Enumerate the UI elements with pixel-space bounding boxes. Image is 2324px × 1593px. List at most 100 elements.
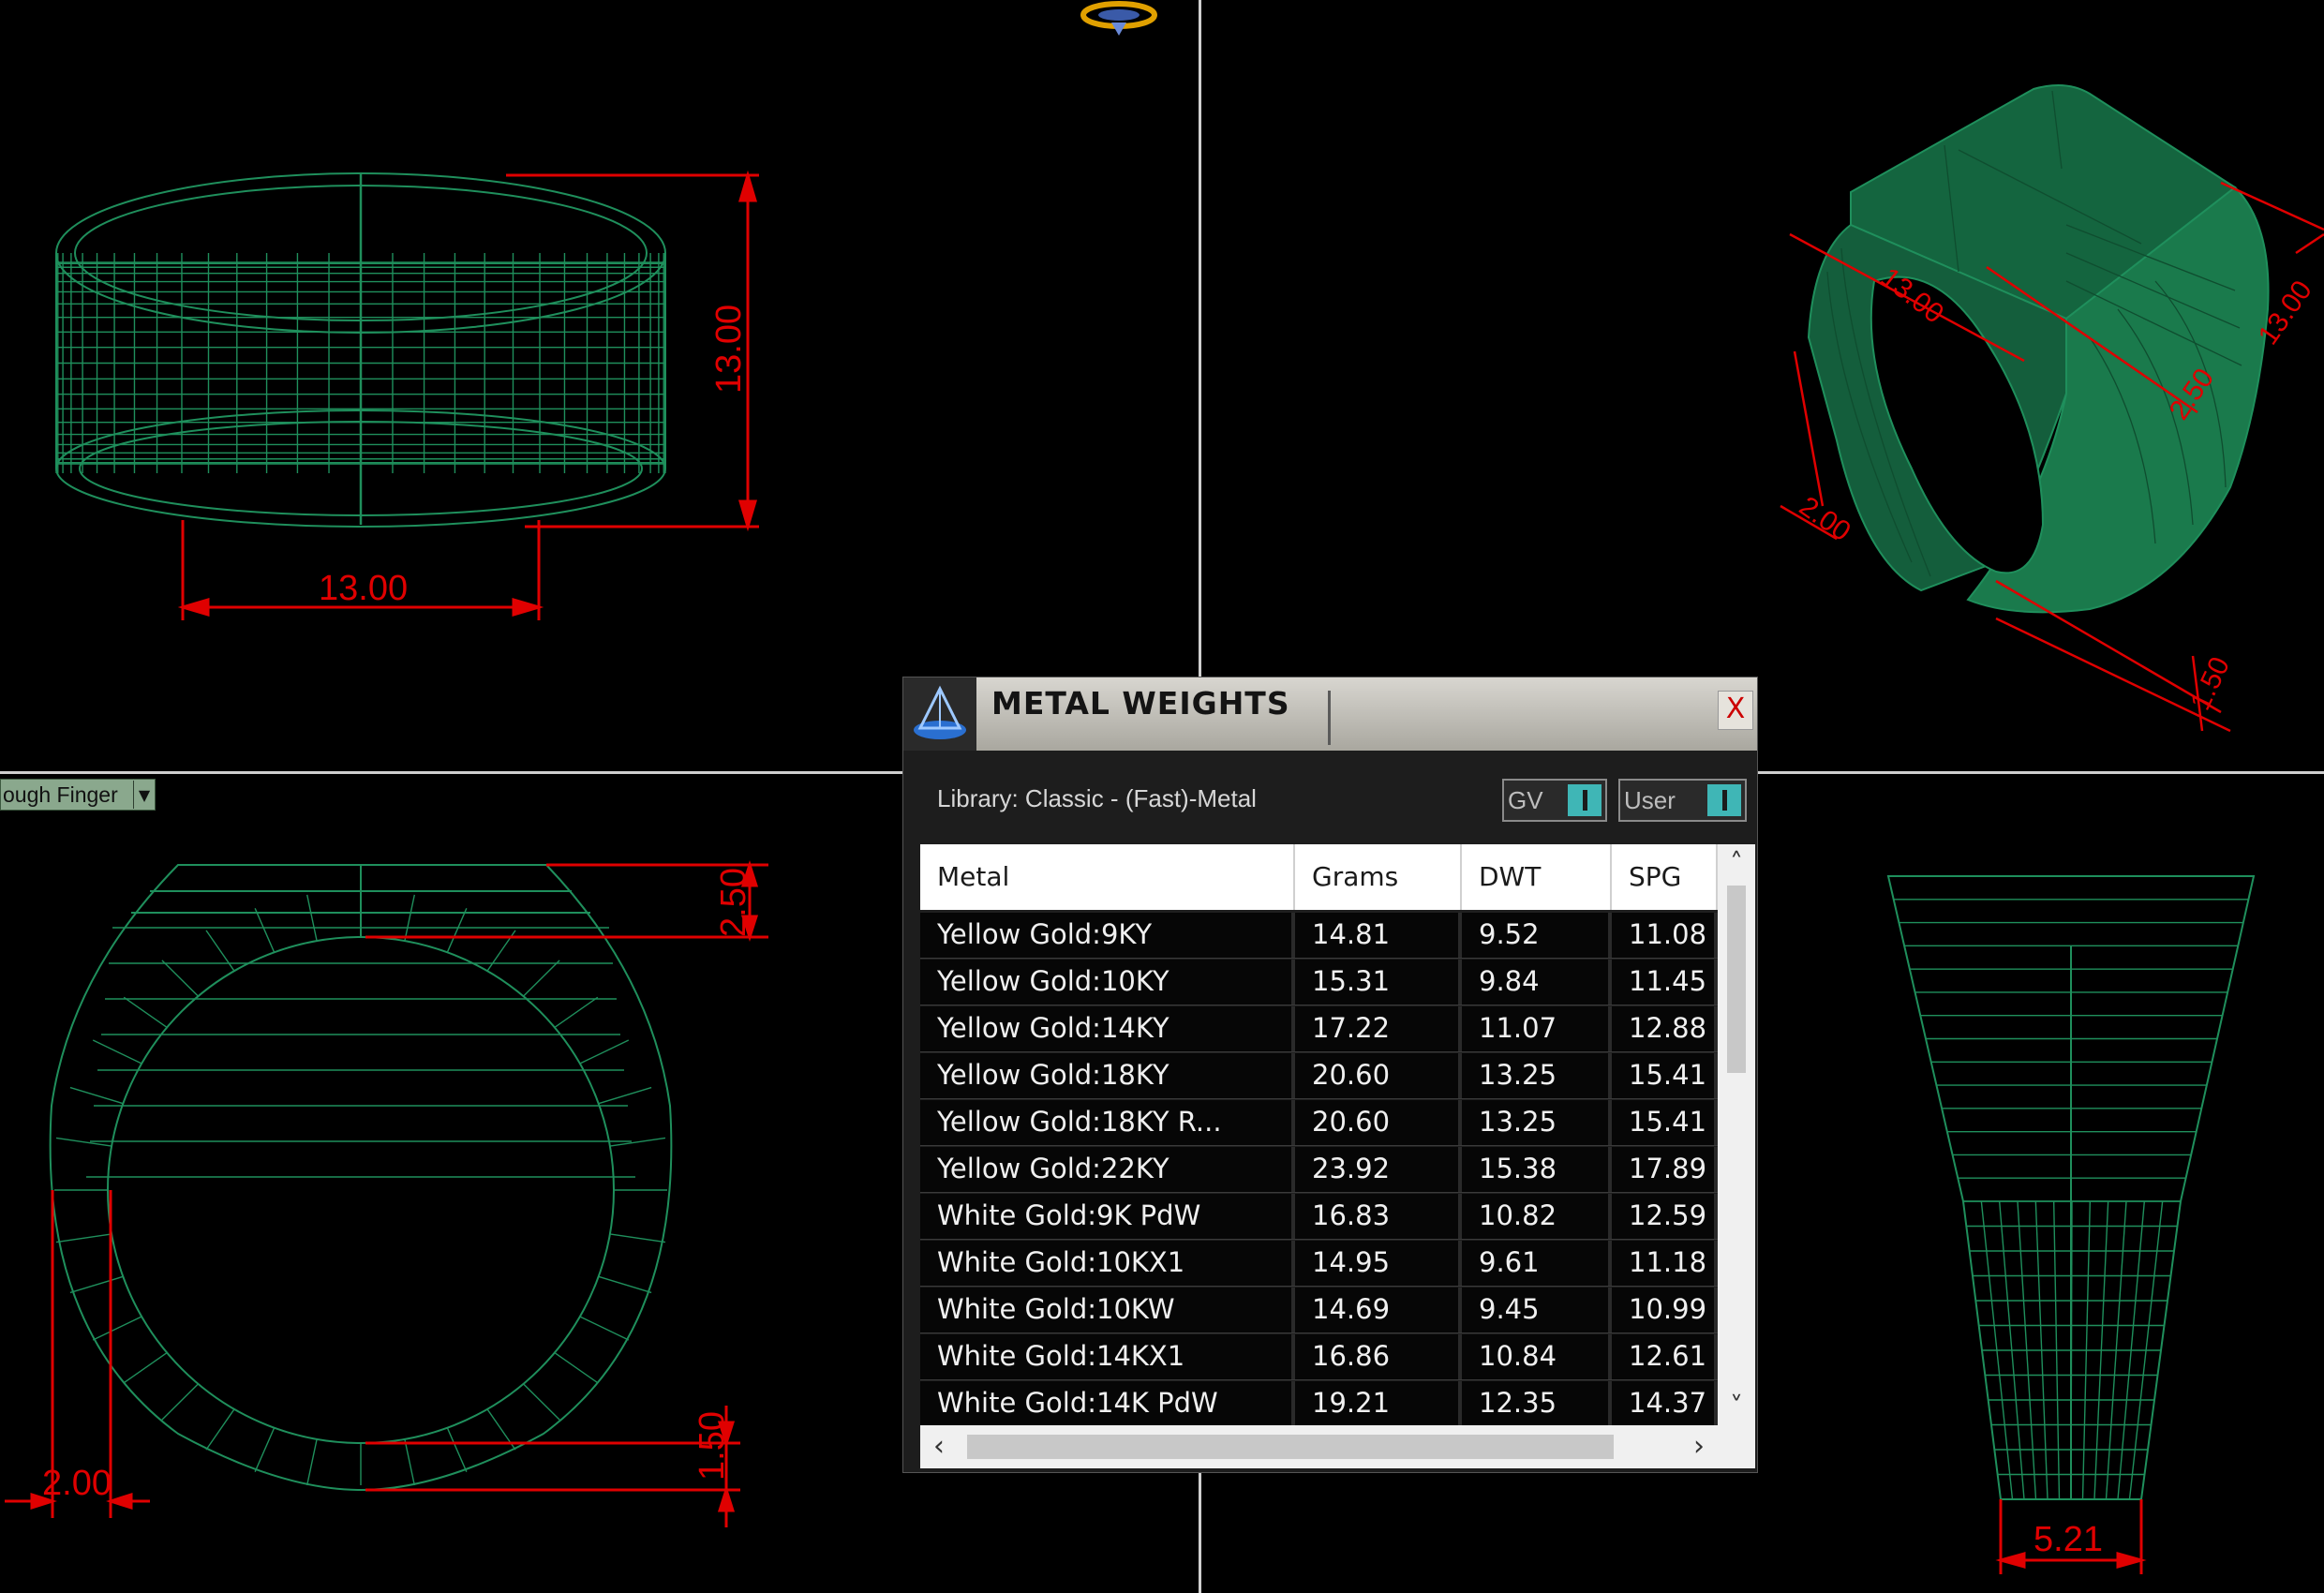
wire-line <box>306 1438 318 1486</box>
user-toggle-label: User <box>1624 785 1676 814</box>
metal-cell: Yellow Gold:10KY <box>920 960 1295 1005</box>
chevron-right-icon[interactable]: › <box>1680 1425 1718 1468</box>
metal-cell: Yellow Gold:18KY R... <box>920 1100 1295 1145</box>
wire-line <box>254 908 276 953</box>
wire-line <box>523 960 560 997</box>
column-header-spg[interactable]: SPG <box>1612 844 1718 910</box>
wire-line <box>554 996 599 1029</box>
table-row[interactable]: Yellow Gold:14KY 17.22 11.07 12.88 <box>920 1005 1718 1052</box>
spg-cell: 11.18 <box>1612 1241 1718 1286</box>
grams-cell: 14.81 <box>1295 913 1462 958</box>
library-label: Library: Classic - (Fast)-Metal <box>937 784 1257 812</box>
table-row[interactable]: White Gold:10KX1 14.95 9.61 11.18 <box>920 1240 1718 1287</box>
table-row[interactable]: Yellow Gold:22KY 23.92 15.38 17.89 <box>920 1146 1718 1193</box>
front-width-label: 13.00 <box>319 569 408 608</box>
panel-header[interactable]: METAL WEIGHTS X <box>903 677 1757 751</box>
metal-weights-table: Metal Grams DWT SPG Yellow Gold:9KY 14.81… <box>920 844 1718 1425</box>
profile-view <box>1886 875 2256 1500</box>
dwt-cell: 15.38 <box>1462 1147 1612 1192</box>
spg-cell: 12.61 <box>1612 1334 1718 1379</box>
horizontal-scrollbar[interactable]: ‹ › <box>920 1425 1755 1468</box>
viewport-mode-dropdown[interactable]: ough Finger ▼ <box>0 779 156 811</box>
table-row[interactable]: White Gold:14K PdW 19.21 12.35 14.37 <box>920 1380 1718 1425</box>
user-toggle[interactable]: User <box>1618 779 1747 822</box>
profile-width-label: 5.21 <box>2034 1520 2103 1559</box>
wire-line <box>55 1137 112 1147</box>
column-header-grams[interactable]: Grams <box>1295 844 1462 910</box>
toggle-switch-icon[interactable] <box>1707 784 1741 816</box>
wire-line <box>579 1316 630 1341</box>
column-header-dwt[interactable]: DWT <box>1462 844 1612 910</box>
grams-cell: 14.69 <box>1295 1288 1462 1332</box>
scroll-thumb[interactable] <box>967 1435 1614 1459</box>
wire-line <box>69 1275 124 1294</box>
wire-line <box>306 894 318 942</box>
gv-toggle[interactable]: GV <box>1502 779 1607 822</box>
front-view <box>55 172 666 528</box>
table-row[interactable]: White Gold:10KW 14.69 9.45 10.99 <box>920 1287 1718 1333</box>
side-view <box>49 864 673 1492</box>
wire-line <box>579 1039 630 1064</box>
dwt-cell: 10.84 <box>1462 1334 1612 1379</box>
metal-cell: Yellow Gold:14KY <box>920 1006 1295 1051</box>
table-row[interactable]: Yellow Gold:18KY 20.60 13.25 15.41 <box>920 1052 1718 1099</box>
side-dimensions <box>5 860 768 1527</box>
metal-cell: White Gold:10KX1 <box>920 1241 1295 1286</box>
metal-cell: White Gold:9K PdW <box>920 1194 1295 1239</box>
wire-line <box>404 1438 415 1486</box>
grams-cell: 16.86 <box>1295 1334 1462 1379</box>
front-height-label: 13.00 <box>709 305 749 394</box>
chevron-down-icon[interactable]: ˅ <box>1718 1388 1755 1425</box>
wire-line <box>446 1427 468 1472</box>
spg-cell: 12.88 <box>1612 1006 1718 1051</box>
chevron-up-icon[interactable]: ˄ <box>1718 844 1755 882</box>
wire-line <box>598 1275 652 1294</box>
front-dimensions <box>177 170 759 620</box>
metal-cell: White Gold:10KW <box>920 1288 1295 1332</box>
scroll-thumb[interactable] <box>1727 886 1746 1073</box>
dwt-cell: 12.35 <box>1462 1381 1612 1425</box>
wire-line <box>69 1086 124 1105</box>
close-button[interactable]: X <box>1718 691 1753 730</box>
dwt-cell: 11.07 <box>1462 1006 1612 1051</box>
spg-cell: 11.08 <box>1612 913 1718 958</box>
metal-cell: Yellow Gold:9KY <box>920 913 1295 958</box>
wire-line <box>523 1383 560 1421</box>
wire-line <box>205 930 235 972</box>
vertical-scrollbar[interactable]: ˄ ˅ <box>1718 844 1755 1425</box>
side-wire-lines <box>54 890 667 1486</box>
panel-title: METAL WEIGHTS <box>991 685 1290 722</box>
pyramid-logo-icon <box>903 677 976 751</box>
dwt-cell: 9.84 <box>1462 960 1612 1005</box>
grams-cell: 23.92 <box>1295 1147 1462 1192</box>
ring-gizmo-icon[interactable] <box>1080 1 1157 36</box>
grams-cell: 14.95 <box>1295 1241 1462 1286</box>
metal-cell: Yellow Gold:22KY <box>920 1147 1295 1192</box>
grams-cell: 20.60 <box>1295 1053 1462 1098</box>
side-bottom-label: 1.50 <box>693 1411 732 1481</box>
spg-cell: 11.45 <box>1612 960 1718 1005</box>
table-row[interactable]: Yellow Gold:18KY R... 20.60 13.25 15.41 <box>920 1099 1718 1146</box>
perspective-small-label: 2.00 <box>1794 491 1856 548</box>
spg-cell: 14.37 <box>1612 1381 1718 1425</box>
column-header-metal[interactable]: Metal <box>920 844 1295 910</box>
table-row[interactable]: Yellow Gold:10KY 15.31 9.84 11.45 <box>920 959 1718 1005</box>
wire-line <box>554 1351 599 1384</box>
spg-cell: 17.89 <box>1612 1147 1718 1192</box>
dwt-cell: 9.52 <box>1462 913 1612 958</box>
chevron-left-icon[interactable]: ‹ <box>920 1425 958 1468</box>
side-top-label: 2.50 <box>714 868 753 937</box>
wire-line <box>254 1427 276 1472</box>
grams-cell: 16.83 <box>1295 1194 1462 1239</box>
toggle-switch-icon[interactable] <box>1568 784 1601 816</box>
wire-line <box>404 894 415 942</box>
table-row[interactable]: White Gold:14KX1 16.86 10.84 12.61 <box>920 1333 1718 1380</box>
wire-line <box>446 908 468 953</box>
table-row[interactable]: White Gold:9K PdW 16.83 10.82 12.59 <box>920 1193 1718 1240</box>
spg-cell: 12.59 <box>1612 1194 1718 1239</box>
chevron-down-icon[interactable]: ▼ <box>133 781 155 809</box>
wire-line <box>609 1137 666 1147</box>
wire-line <box>123 1351 168 1384</box>
table-row[interactable]: Yellow Gold:9KY 14.81 9.52 11.08 <box>920 912 1718 959</box>
wire-line <box>161 960 199 997</box>
